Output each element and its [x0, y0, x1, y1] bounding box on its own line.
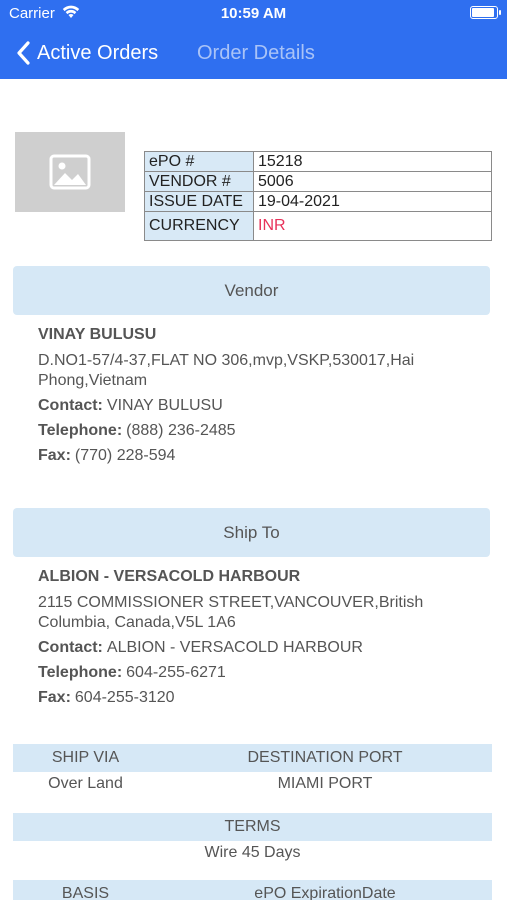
- navigation-bar: Carrier 10:59 AM Active Orders Order Det…: [0, 0, 507, 79]
- terms-value: Wire 45 Days: [204, 844, 301, 861]
- issue-date-label: ISSUE DATE: [144, 191, 254, 212]
- epo-label: ePO #: [144, 151, 254, 172]
- ship-to-fax-value: 604-255-3120: [74, 689, 175, 706]
- vendor-section-header: Vendor: [13, 266, 490, 315]
- terms-value-row: Wire 45 Days: [13, 840, 492, 866]
- expiration-date-label: ePO ExpirationDate: [254, 885, 396, 900]
- status-time: 10:59 AM: [220, 5, 287, 22]
- telephone-label: Telephone:: [38, 664, 123, 681]
- ship-to-section-header: Ship To: [13, 508, 490, 557]
- ship-to-name: ALBION - VERSACOLD HARBOUR: [38, 568, 301, 585]
- table-row: VENDOR # 5006: [144, 171, 492, 192]
- chevron-left-icon: [17, 41, 30, 65]
- contact-label: Contact:: [38, 639, 103, 656]
- back-button-label: Active Orders: [37, 41, 159, 64]
- vendor-details: VINAY BULUSU D.NO1-57/4-37,FLAT NO 306,m…: [38, 326, 478, 466]
- basis-header-row: BASIS ePO ExpirationDate: [13, 880, 492, 900]
- shipping-header-row: SHIP VIA DESTINATION PORT: [13, 744, 492, 772]
- ship-to-fax: Fax: 604-255-3120: [38, 688, 478, 708]
- vendor-telephone: Telephone: (888) 236-2485: [38, 421, 478, 441]
- image-placeholder-icon: [49, 154, 91, 190]
- battery-icon: [470, 6, 501, 19]
- table-row: ISSUE DATE 19-04-2021: [144, 191, 492, 212]
- currency-label: CURRENCY: [144, 211, 254, 241]
- issue-date-value: 19-04-2021: [253, 191, 492, 212]
- table-row: ePO # 15218: [144, 151, 492, 172]
- vendor-contact: Contact: VINAY BULUSU: [38, 396, 478, 416]
- destination-port-label: DESTINATION PORT: [247, 749, 403, 766]
- terms-header-row: TERMS: [13, 813, 492, 841]
- ship-via-label: SHIP VIA: [51, 749, 120, 766]
- vendor-address: D.NO1-57/4-37,FLAT NO 306,mvp,VSKP,53001…: [38, 352, 415, 389]
- basis-label: BASIS: [61, 885, 110, 900]
- ship-to-address: 2115 COMMISSIONER STREET,VANCOUVER,Briti…: [38, 594, 424, 631]
- ship-to-telephone: Telephone: 604-255-6271: [38, 663, 478, 683]
- ship-to-telephone-value[interactable]: 604-255-6271: [126, 664, 226, 681]
- telephone-label: Telephone:: [38, 422, 123, 439]
- vendor-fax-value: (770) 228-594: [74, 447, 176, 464]
- vendor-contact-value: VINAY BULUSU: [106, 397, 223, 414]
- contact-label: Contact:: [38, 397, 103, 414]
- destination-port-value: MIAMI PORT: [277, 775, 373, 792]
- ship-via-value: Over Land: [48, 775, 123, 792]
- terms-label: TERMS: [224, 818, 281, 835]
- back-button[interactable]: Active Orders: [14, 38, 158, 68]
- fax-label: Fax:: [38, 689, 71, 706]
- vendor-number-label: VENDOR #: [144, 171, 254, 192]
- vendor-telephone-value[interactable]: (888) 236-2485: [126, 422, 235, 439]
- epo-value: 15218: [253, 151, 492, 172]
- vendor-name: VINAY BULUSU: [38, 326, 157, 343]
- ship-to-contact: Contact: ALBION - VERSACOLD HARBOUR: [38, 638, 478, 658]
- fax-label: Fax:: [38, 447, 71, 464]
- status-bar: Carrier 10:59 AM: [0, 0, 507, 28]
- shipping-value-row: Over Land MIAMI PORT: [13, 771, 492, 797]
- currency-value: INR: [253, 211, 492, 241]
- order-info-table: ePO # 15218 VENDOR # 5006 ISSUE DATE 19-…: [144, 151, 492, 241]
- vendor-fax: Fax: (770) 228-594: [38, 446, 478, 466]
- order-thumbnail[interactable]: [15, 132, 125, 212]
- page-title: Order Details: [197, 42, 315, 64]
- table-row: CURRENCY INR: [144, 211, 492, 241]
- vendor-number-value: 5006: [253, 171, 492, 192]
- ship-to-contact-value: ALBION - VERSACOLD HARBOUR: [106, 639, 363, 656]
- ship-to-details: ALBION - VERSACOLD HARBOUR 2115 COMMISSI…: [38, 568, 478, 708]
